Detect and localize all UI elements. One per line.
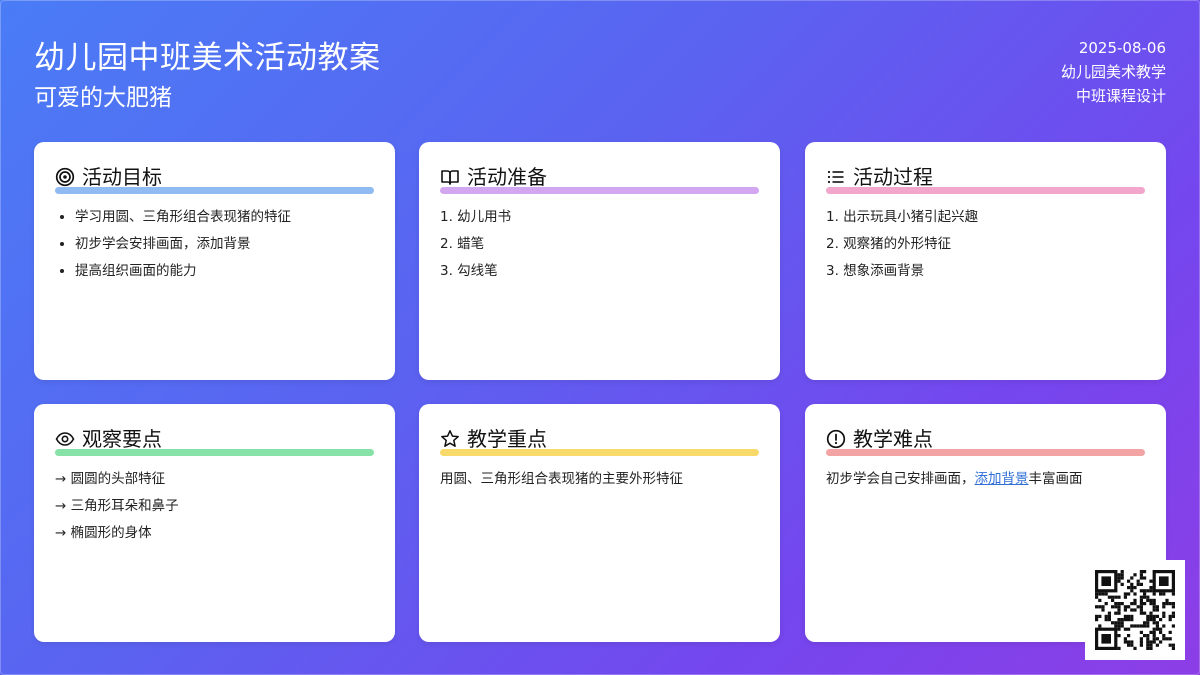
goal-item: 学习用圆、三角形组合表现猪的特征 <box>75 204 374 231</box>
difficulty-text-before: 初步学会自己安排画面， <box>826 471 975 487</box>
card-goals: 活动目标 学习用圆、三角形组合表现猪的特征 初步学会安排画面，添加背景 提高组织… <box>34 142 395 380</box>
process-item: 2. 观察猪的外形特征 <box>826 236 952 252</box>
qr-code-graphic <box>1085 560 1185 660</box>
card-goals-title: 活动目标 <box>82 165 162 189</box>
list-icon <box>827 170 844 184</box>
process-item: 1. 出示玩具小猪引起兴趣 <box>826 209 979 225</box>
header-meta: 2025-08-06 幼儿园美术教学 中班课程设计 <box>1061 36 1166 108</box>
card-focus: 教学重点 用圆、三角形组合表现猪的主要外形特征 <box>419 404 780 642</box>
card-focus-title: 教学重点 <box>467 427 547 451</box>
observe-item: → 椭圆形的身体 <box>55 525 152 541</box>
card-focus-header: 教学重点 <box>440 426 759 456</box>
eye-icon <box>55 432 75 446</box>
difficulty-text: 初步学会自己安排画面，添加背景丰富画面 <box>826 466 1145 493</box>
prep-item: 3. 勾线笔 <box>440 263 498 279</box>
prep-item: 2. 蜡笔 <box>440 236 485 252</box>
add-background-link[interactable]: 添加背景 <box>975 471 1029 487</box>
goal-item: 初步学会安排画面，添加背景 <box>75 231 374 258</box>
card-prep: 活动准备 1. 幼儿用书 2. 蜡笔 3. 勾线笔 <box>419 142 780 380</box>
card-difficulty-title: 教学难点 <box>853 427 933 451</box>
header-date: 2025-08-06 <box>1078 39 1166 57</box>
header-org: 幼儿园美术教学 <box>1060 63 1166 81</box>
goal-item: 提高组织画面的能力 <box>75 258 374 285</box>
observe-item: → 圆圆的头部特征 <box>55 471 166 487</box>
prep-item: 1. 幼儿用书 <box>440 209 512 225</box>
star-icon <box>441 430 459 447</box>
card-difficulty-header: 教学难点 <box>826 426 1145 456</box>
target-icon <box>55 167 75 187</box>
card-process-title: 活动过程 <box>853 165 933 189</box>
card-observe-header: 观察要点 <box>55 426 374 456</box>
card-observe: 观察要点 → 圆圆的头部特征 → 三角形耳朵和鼻子 → 椭圆形的身体 <box>34 404 395 642</box>
card-prep-title: 活动准备 <box>467 165 547 189</box>
card-process: 活动过程 1. 出示玩具小猪引起兴趣 2. 观察猪的外形特征 3. 想象添画背景 <box>805 142 1166 380</box>
alert-icon <box>826 429 846 449</box>
qr-code-icon <box>1085 560 1185 660</box>
observe-item: → 三角形耳朵和鼻子 <box>55 498 179 514</box>
process-item: 3. 想象添画背景 <box>826 263 925 279</box>
card-prep-header: 活动准备 <box>440 164 759 194</box>
card-process-header: 活动过程 <box>826 164 1145 194</box>
page-title: 幼儿园中班美术活动教案 <box>34 40 381 76</box>
page-subtitle: 可爱的大肥猪 <box>34 85 172 111</box>
book-icon <box>441 170 459 185</box>
header-course: 中班课程设计 <box>1075 87 1166 105</box>
card-observe-title: 观察要点 <box>82 427 162 451</box>
focus-text: 用圆、三角形组合表现猪的主要外形特征 <box>440 471 683 487</box>
card-goals-header: 活动目标 <box>55 164 374 194</box>
difficulty-text-after: 丰富画面 <box>1028 471 1083 487</box>
